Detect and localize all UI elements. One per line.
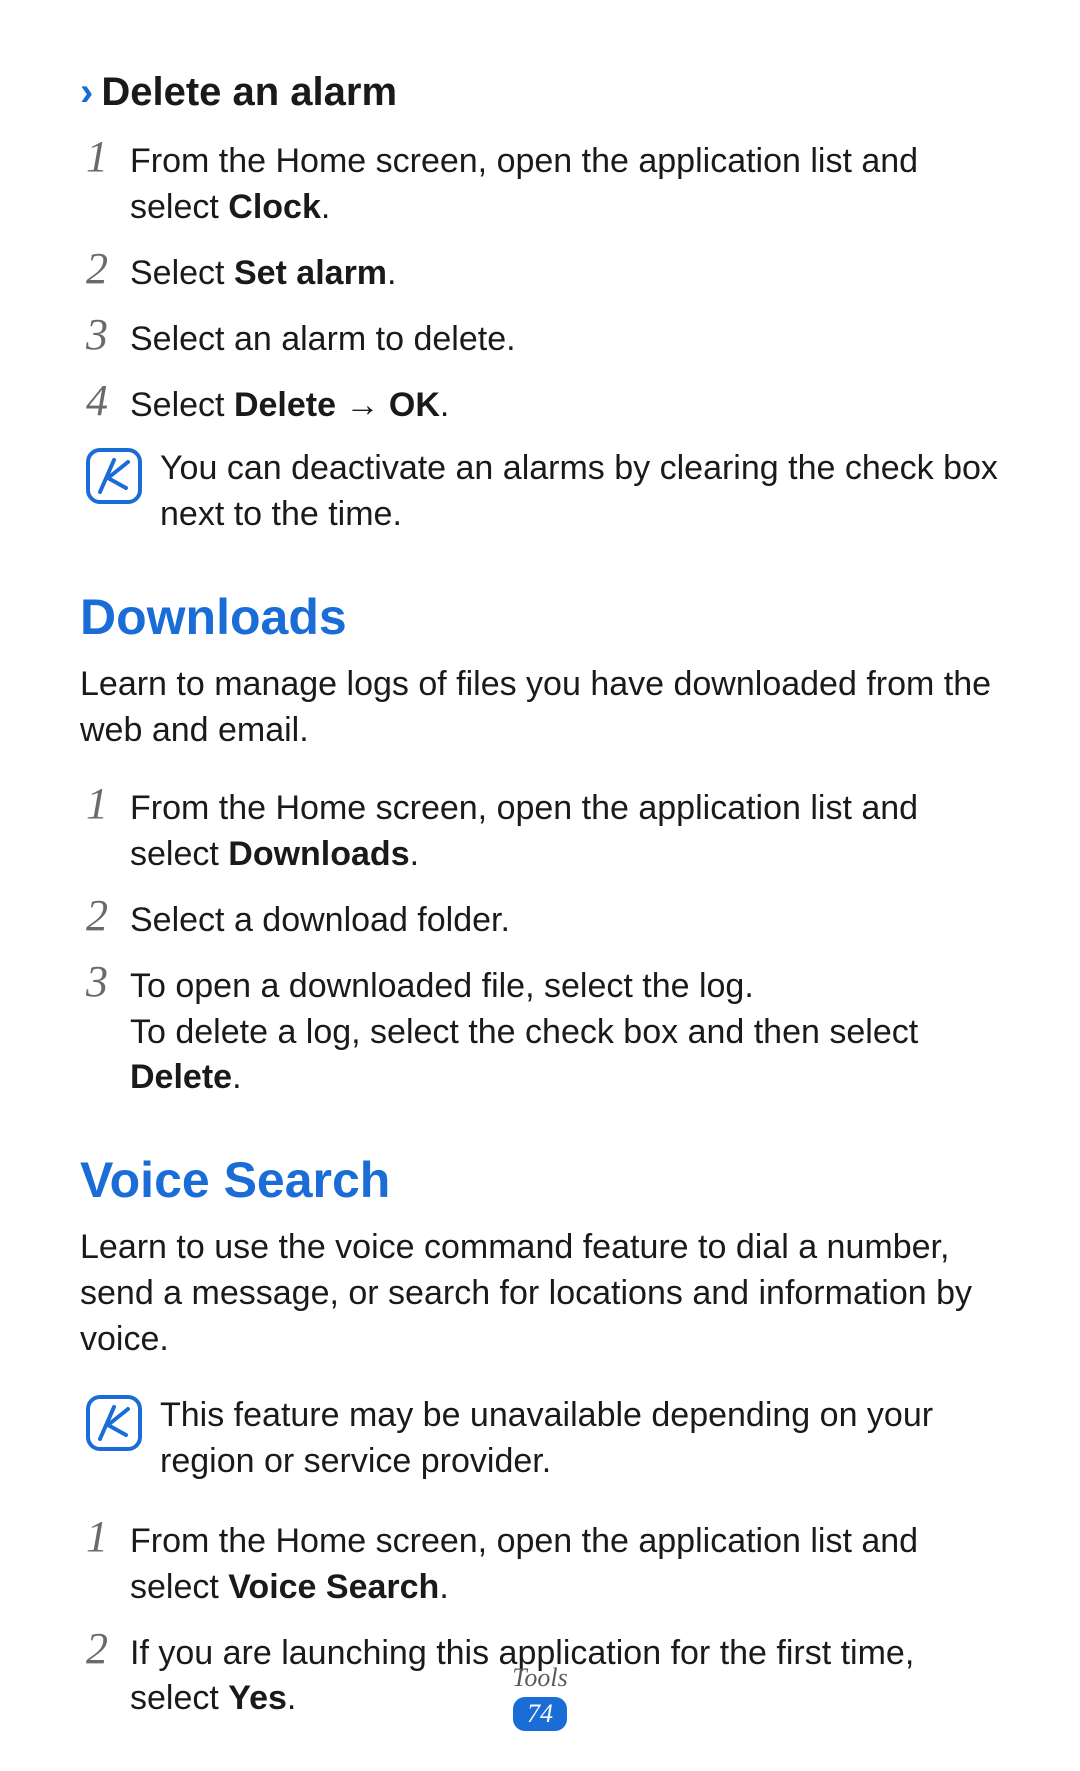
step-3: 3 Select an alarm to delete. bbox=[86, 313, 1000, 363]
page-number: 74 bbox=[513, 1697, 567, 1731]
section-intro: Learn to use the voice command feature t… bbox=[80, 1225, 1000, 1363]
step-number: 4 bbox=[86, 379, 130, 421]
step-number: 2 bbox=[86, 1627, 130, 1669]
step-1: 1 From the Home screen, open the applica… bbox=[86, 135, 1000, 231]
step-text: From the Home screen, open the applicati… bbox=[130, 782, 1000, 878]
step-number: 1 bbox=[86, 1515, 130, 1557]
step-number: 1 bbox=[86, 135, 130, 177]
step-number: 1 bbox=[86, 782, 130, 824]
step-text: From the Home screen, open the applicati… bbox=[130, 135, 1000, 231]
page-footer: Tools 74 bbox=[0, 1663, 1080, 1731]
step-4: 4 Select Delete → OK. bbox=[86, 379, 1000, 429]
subsection-header-delete-alarm: › Delete an alarm bbox=[80, 70, 1000, 115]
note-icon bbox=[86, 1395, 142, 1451]
step-text: Select an alarm to delete. bbox=[130, 313, 1000, 363]
step-text: Select Delete → OK. bbox=[130, 379, 1000, 429]
step-text: To open a downloaded file, select the lo… bbox=[130, 960, 1000, 1102]
note-box: You can deactivate an alarms by clearing… bbox=[86, 444, 1000, 538]
step-1: 1 From the Home screen, open the applica… bbox=[86, 1515, 1000, 1611]
section-heading-downloads: Downloads bbox=[80, 588, 1000, 646]
step-number: 2 bbox=[86, 247, 130, 289]
step-number: 2 bbox=[86, 894, 130, 936]
note-box: This feature may be unavailable dependin… bbox=[86, 1391, 1000, 1485]
step-3: 3 To open a downloaded file, select the … bbox=[86, 960, 1000, 1102]
step-text: Select Set alarm. bbox=[130, 247, 1000, 297]
step-text: Select a download folder. bbox=[130, 894, 1000, 944]
section-intro: Learn to manage logs of files you have d… bbox=[80, 662, 1000, 754]
step-2: 2 Select a download folder. bbox=[86, 894, 1000, 944]
footer-section-label: Tools bbox=[0, 1663, 1080, 1693]
chevron-right-icon: › bbox=[80, 70, 93, 115]
subsection-title: Delete an alarm bbox=[101, 70, 397, 115]
step-text: From the Home screen, open the applicati… bbox=[130, 1515, 1000, 1611]
step-number: 3 bbox=[86, 313, 130, 355]
note-icon bbox=[86, 448, 142, 504]
note-text: This feature may be unavailable dependin… bbox=[160, 1391, 1000, 1485]
step-number: 3 bbox=[86, 960, 130, 1002]
note-text: You can deactivate an alarms by clearing… bbox=[160, 444, 1000, 538]
section-heading-voice-search: Voice Search bbox=[80, 1151, 1000, 1209]
step-2: 2 Select Set alarm. bbox=[86, 247, 1000, 297]
step-1: 1 From the Home screen, open the applica… bbox=[86, 782, 1000, 878]
